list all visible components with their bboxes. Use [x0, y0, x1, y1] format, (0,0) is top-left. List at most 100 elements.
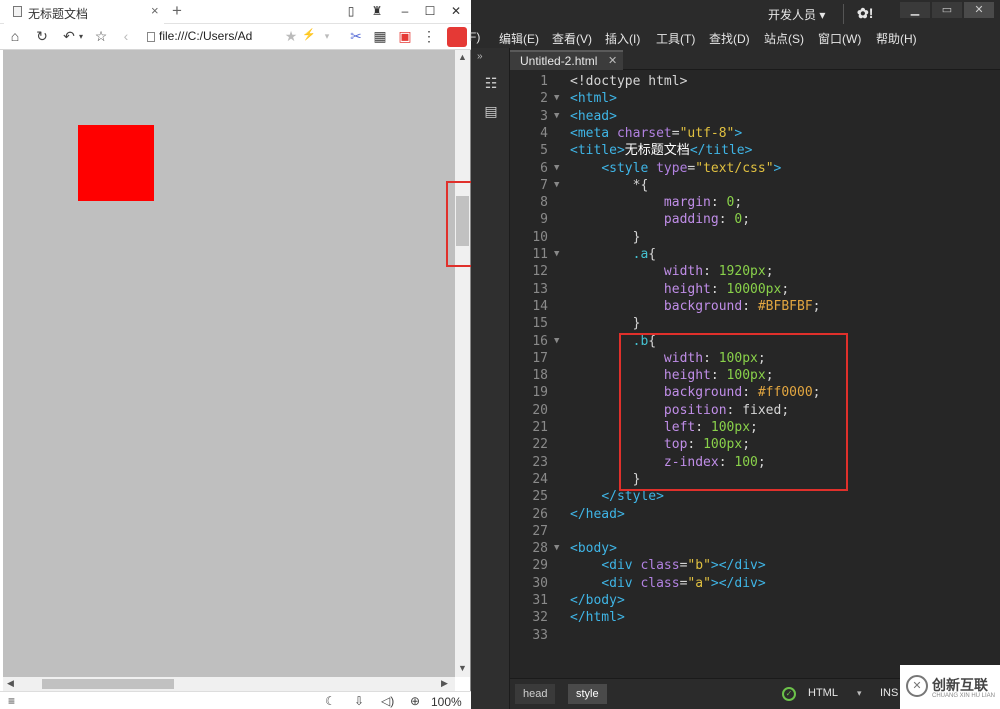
tab-close-icon[interactable]: × [151, 3, 159, 18]
code-line[interactable]: 4 <meta charset="utf-8"> [510, 125, 1000, 142]
document-type[interactable]: HTML [808, 687, 838, 699]
code-line[interactable]: 11 ▼ .a{ [510, 246, 1000, 263]
menu-insert[interactable]: 插入(I) [605, 30, 640, 47]
code-token: ; [781, 281, 790, 297]
code-line[interactable]: 13 height: 10000px; [510, 281, 1000, 298]
workspace-switcher[interactable]: 开发人员 ▾ [768, 6, 825, 23]
fold-toggle-icon[interactable]: ▼ [554, 540, 559, 557]
home-icon[interactable]: ⌂ [6, 28, 24, 44]
sound-icon[interactable]: ◁) [381, 694, 394, 708]
extension-icon[interactable] [447, 27, 467, 47]
back-icon[interactable]: ‹ [117, 28, 135, 44]
code-navigator-icon[interactable]: ▤ [480, 100, 502, 122]
new-tab-button[interactable]: + [172, 1, 182, 21]
watermark-subtitle: CHUANG XIN HU LIAN [932, 693, 996, 699]
fold-toggle-icon[interactable]: ▼ [554, 90, 559, 107]
code-line[interactable]: 27 [510, 523, 1000, 540]
download-icon[interactable]: ⇩ [354, 694, 364, 708]
minimize-button[interactable]: – [396, 4, 414, 18]
code-line[interactable]: 2 ▼ <html> [510, 90, 1000, 107]
zoom-level[interactable]: 100% [431, 695, 462, 709]
scroll-left-icon[interactable]: ◀ [7, 678, 14, 689]
star-icon[interactable]: ☆ [92, 28, 110, 45]
code-line[interactable]: 6 ▼ <style type="text/css"> [510, 160, 1000, 177]
horizontal-scrollbar[interactable]: ◀ ▶ [3, 677, 455, 691]
code-token: : [703, 264, 719, 280]
document-tab-close-icon[interactable]: ✕ [608, 54, 617, 67]
document-tab-title: Untitled-2.html [520, 54, 598, 68]
editor-maximize-button[interactable]: ▭ [932, 2, 962, 18]
menu-view[interactable]: 查看(V) [552, 30, 592, 47]
code-line[interactable]: 1 <!doctype html> [510, 73, 1000, 90]
browser-tab[interactable]: 无标题文档 × [4, 0, 164, 24]
scroll-down-icon[interactable]: ▼ [458, 663, 467, 673]
code-line[interactable]: 12 width: 1920px; [510, 263, 1000, 280]
editor-minimize-button[interactable]: ▁ [900, 2, 930, 18]
insert-mode[interactable]: INS [880, 687, 898, 699]
grid-icon[interactable]: ▦ [371, 28, 389, 45]
scroll-up-icon[interactable]: ▲ [458, 52, 467, 62]
editor-close-button[interactable]: ✕ [964, 2, 994, 18]
menu-find[interactable]: 查找(D) [709, 30, 750, 47]
code-line[interactable]: 7 ▼ *{ [510, 177, 1000, 194]
maximize-button[interactable]: ☐ [421, 4, 439, 18]
code-line[interactable]: 28 ▼ <body> [510, 540, 1000, 557]
expand-panel-icon[interactable]: » [477, 51, 483, 62]
code-line[interactable]: 15 } [510, 315, 1000, 332]
url-text[interactable]: file:///C:/Users/Ad [159, 29, 252, 43]
code-line[interactable]: 5 <title>无标题文档</title> [510, 142, 1000, 159]
fold-toggle-icon[interactable]: ▼ [554, 108, 559, 125]
fold-toggle-icon[interactable]: ▼ [554, 333, 559, 350]
code-line[interactable]: 29 <div class="b"></div> [510, 557, 1000, 574]
horizontal-scroll-thumb[interactable] [42, 679, 174, 689]
fold-toggle-icon[interactable]: ▼ [554, 246, 559, 263]
sitemap-icon[interactable]: ☷ [480, 72, 502, 94]
vertical-scrollbar[interactable]: ▲ ▼ [455, 50, 470, 677]
menu-edit[interactable]: 编辑(E) [499, 30, 539, 47]
code-line[interactable]: 30 <div class="a"></div> [510, 575, 1000, 592]
fold-toggle-icon[interactable]: ▼ [554, 160, 559, 177]
code-line[interactable]: 14 background: #BFBFBF; [510, 298, 1000, 315]
night-mode-icon[interactable]: ☾ [325, 694, 336, 708]
menu-file[interactable]: F) [469, 30, 480, 44]
gear-icon[interactable]: ✿! [857, 5, 873, 22]
immersive-mode-icon[interactable]: ▯ [342, 4, 360, 18]
fold-toggle-icon[interactable]: ▼ [554, 177, 559, 194]
line-number: 27 [532, 523, 548, 539]
line-number: 13 [532, 281, 548, 297]
skin-icon[interactable]: ♜ [368, 4, 386, 18]
code-line[interactable]: 3 ▼ <head> [510, 108, 1000, 125]
lightning-icon[interactable]: ⚡ [300, 28, 318, 41]
zoom-icon[interactable]: ⊕ [410, 694, 420, 708]
code-token: type [656, 160, 688, 176]
code-line[interactable]: 32 </html> [510, 609, 1000, 626]
code-line[interactable]: 31 </body> [510, 592, 1000, 609]
line-number: 14 [532, 298, 548, 314]
tag-selector-head[interactable]: head [515, 684, 556, 704]
line-number: 33 [532, 627, 548, 643]
pdf-icon[interactable]: ▣ [396, 28, 414, 45]
menu-site[interactable]: 站点(S) [764, 30, 804, 47]
document-tab[interactable]: Untitled-2.html ✕ [510, 50, 623, 70]
document-type-dropdown-icon[interactable]: ▾ [857, 688, 862, 699]
cut-icon[interactable]: ✂ [347, 28, 365, 45]
code-token: </style> [601, 489, 664, 505]
menu-tools[interactable]: 工具(T) [656, 30, 695, 47]
check-icon[interactable]: ✓ [782, 687, 796, 701]
bookmark-star-icon[interactable]: ★ [282, 28, 300, 45]
more-icon[interactable]: ⋮ [420, 28, 438, 45]
tag-selector-style[interactable]: style [568, 684, 607, 704]
code-line[interactable]: 9 padding: 0; [510, 211, 1000, 228]
undo-dropdown-icon[interactable]: ▾ [72, 32, 90, 41]
close-window-button[interactable]: ✕ [447, 4, 465, 18]
code-line[interactable]: 26 </head> [510, 506, 1000, 523]
code-line[interactable]: 33 [510, 627, 1000, 644]
menu-window[interactable]: 窗口(W) [818, 30, 861, 47]
address-dropdown-icon[interactable]: ▾ [318, 31, 336, 42]
menu-list-icon[interactable]: ≡ [8, 694, 15, 708]
code-line[interactable]: 8 margin: 0; [510, 194, 1000, 211]
refresh-icon[interactable]: ↻ [33, 28, 51, 45]
code-line[interactable]: 10 } [510, 229, 1000, 246]
menu-help[interactable]: 帮助(H) [876, 30, 917, 47]
scroll-right-icon[interactable]: ▶ [441, 678, 448, 689]
